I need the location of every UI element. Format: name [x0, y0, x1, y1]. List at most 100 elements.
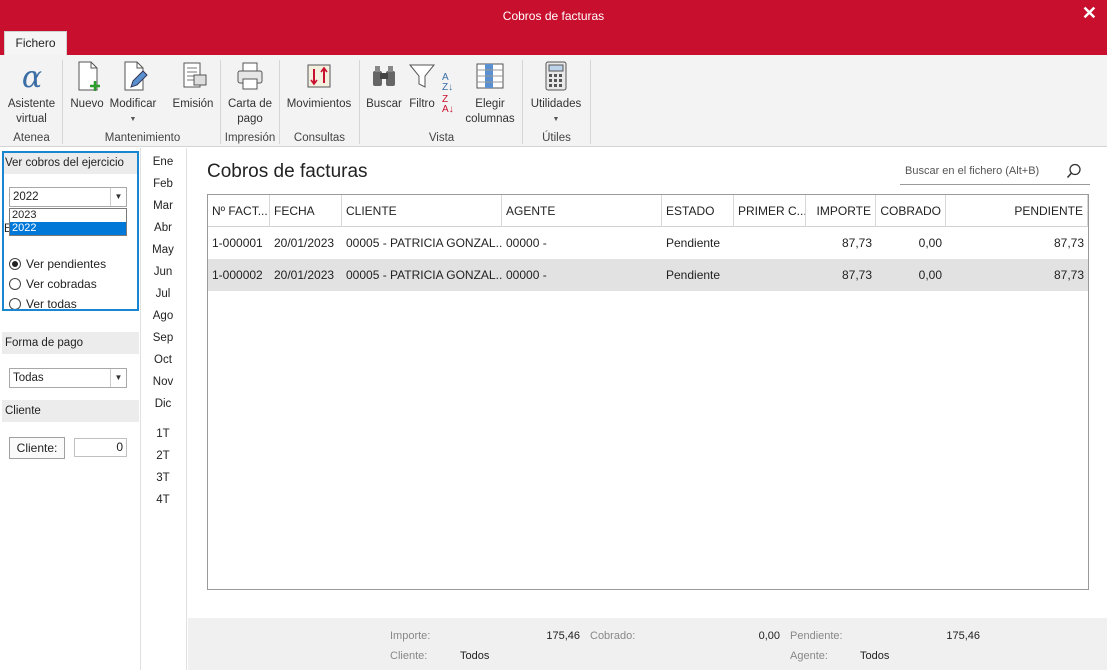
cell-cobrado: 0,00: [918, 236, 942, 250]
chevron-down-icon[interactable]: ▼: [110, 369, 126, 387]
column-header[interactable]: IMPORTE: [806, 195, 876, 227]
cobrado-value: 0,00: [758, 630, 780, 642]
cell-numero: 1-000002: [212, 268, 263, 282]
cell-primer-cobro: [734, 227, 806, 259]
filter-panel: Ver cobros del ejercicio 2022 ▼ 2023 202…: [0, 148, 141, 670]
filtro-button[interactable]: Filtro: [405, 59, 439, 112]
utilidades-button[interactable]: Utilidades ▼: [528, 59, 584, 127]
ejercicio-option-selected[interactable]: 2022: [10, 222, 126, 235]
grid-header: Nº FACT... FECHA CLIENTE AGENTE ESTADO P…: [208, 195, 1088, 227]
sort-ascending-icon[interactable]: A Z↓: [442, 73, 453, 93]
totals-footer: Importe: 175,46 Cobrado: 0,00 Pendiente:…: [188, 618, 1107, 670]
cell-fecha: 20/01/2023: [274, 236, 335, 250]
cliente-button[interactable]: Cliente:: [9, 437, 65, 459]
cell-importe: 87,73: [841, 236, 872, 250]
buscar-button[interactable]: Buscar: [365, 59, 403, 112]
column-header[interactable]: COBRADO: [876, 195, 946, 227]
group-atenea: Atenea: [13, 132, 50, 144]
sort-descending-icon[interactable]: Z A↓: [442, 95, 454, 115]
forma-pago-header: Forma de pago: [2, 332, 139, 354]
window-title: Cobros de facturas: [502, 9, 605, 23]
ejercicio-option[interactable]: 2023: [10, 209, 126, 222]
table-row[interactable]: 1-000002 20/01/2023 00005 - PATRICIA GON…: [208, 259, 1088, 291]
month-jun[interactable]: Jun: [141, 266, 185, 278]
ejercicio-dropdown[interactable]: 2023 2022: [9, 208, 127, 236]
cell-primer-cobro: [734, 259, 806, 291]
cell-pendiente: 87,73: [1053, 268, 1084, 282]
column-header[interactable]: CLIENTE: [342, 195, 502, 227]
cell-cobrado: 0,00: [918, 268, 942, 282]
column-header[interactable]: PRIMER C...: [734, 195, 806, 227]
month-abr[interactable]: Abr: [141, 222, 185, 234]
month-oct[interactable]: Oct: [141, 354, 185, 366]
tab-fichero[interactable]: Fichero: [4, 31, 67, 55]
chevron-down-icon: ▼: [552, 116, 560, 123]
invoices-grid[interactable]: Nº FACT... FECHA CLIENTE AGENTE ESTADO P…: [207, 194, 1089, 590]
modificar-button[interactable]: Modificar ▼: [107, 59, 159, 127]
cell-cliente: 00005 - PATRICIA GONZAL...: [346, 268, 502, 282]
cell-importe: 87,73: [841, 268, 872, 282]
asistente-virtual-button[interactable]: α Asistente virtual: [5, 59, 58, 127]
cell-estado: Pendiente: [666, 268, 721, 282]
pendiente-value: 175,46: [946, 630, 980, 642]
search-placeholder: Buscar en el fichero (Alt+B): [905, 165, 1040, 177]
search-icon[interactable]: [1066, 163, 1082, 179]
new-document-icon: [78, 61, 100, 91]
month-feb[interactable]: Feb: [141, 178, 185, 190]
group-vista: Vista: [428, 132, 455, 144]
cliente-input[interactable]: 0: [74, 438, 127, 457]
importe-label: Importe:: [390, 630, 431, 642]
cliente-footer-value: Todos: [460, 650, 490, 662]
quarter-1t[interactable]: 1T: [141, 428, 185, 440]
asistente-virtual-label: Asistente virtual: [7, 98, 56, 125]
table-row[interactable]: 1-000001 20/01/2023 00005 - PATRICIA GON…: [208, 227, 1088, 259]
cell-estado: Pendiente: [666, 236, 721, 250]
agente-footer-label: Agente:: [790, 650, 828, 662]
movements-icon: [307, 64, 331, 88]
month-mar[interactable]: Mar: [141, 200, 185, 212]
nuevo-button[interactable]: Nuevo: [68, 59, 106, 112]
emision-button[interactable]: Emisión: [171, 59, 215, 112]
movimientos-label: Movimientos: [286, 98, 352, 110]
month-sep[interactable]: Sep: [141, 332, 185, 344]
month-jul[interactable]: Jul: [141, 288, 185, 300]
forma-pago-selected-value: Todas: [13, 372, 44, 384]
cliente-footer-label: Cliente:: [390, 650, 428, 662]
ribbon-separator: [359, 60, 360, 144]
ribbon-tabs: Fichero: [0, 31, 1107, 55]
cell-agente: 00000 -: [506, 268, 547, 282]
forma-pago-select[interactable]: Todas ▼: [9, 368, 127, 388]
cell-agente: 00000 -: [506, 236, 547, 250]
group-impresion: Impresión: [224, 132, 276, 144]
buscar-label: Buscar: [366, 98, 402, 110]
ribbon-separator: [279, 60, 280, 144]
title-bar: Cobros de facturas ✕: [0, 0, 1107, 31]
close-icon[interactable]: ✕: [1082, 4, 1097, 22]
column-header[interactable]: FECHA: [270, 195, 342, 227]
month-nov[interactable]: Nov: [141, 376, 185, 388]
column-header[interactable]: ESTADO: [662, 195, 734, 227]
elegir-columnas-button[interactable]: Elegir columnas: [462, 59, 518, 127]
column-header[interactable]: AGENTE: [502, 195, 662, 227]
month-ago[interactable]: Ago: [141, 310, 185, 322]
month-may[interactable]: May: [141, 244, 185, 256]
column-header[interactable]: Nº FACT...: [208, 195, 270, 227]
quarter-2t[interactable]: 2T: [141, 450, 185, 462]
month-dic[interactable]: Dic: [141, 398, 185, 410]
movimientos-button[interactable]: Movimientos: [284, 59, 354, 112]
search-box[interactable]: Buscar en el fichero (Alt+B): [900, 158, 1090, 185]
month-ene[interactable]: Ene: [141, 156, 185, 168]
column-header[interactable]: PENDIENTE: [946, 195, 1088, 227]
quarter-4t[interactable]: 4T: [141, 494, 185, 506]
emision-label: Emisión: [172, 98, 214, 110]
printer-icon: [237, 62, 263, 90]
ribbon: α Asistente virtual Nuevo Modificar ▼ Em…: [0, 55, 1107, 147]
main-content: Cobros de facturas Buscar en el fichero …: [188, 148, 1107, 618]
cliente-header: Cliente: [2, 400, 139, 422]
emission-icon: [183, 62, 207, 88]
page-title: Cobros de facturas: [207, 161, 368, 182]
quarter-3t[interactable]: 3T: [141, 472, 185, 484]
cell-numero: 1-000001: [212, 236, 263, 250]
carta-de-pago-button[interactable]: Carta de pago: [225, 59, 275, 127]
group-utiles: Útiles: [542, 132, 571, 144]
